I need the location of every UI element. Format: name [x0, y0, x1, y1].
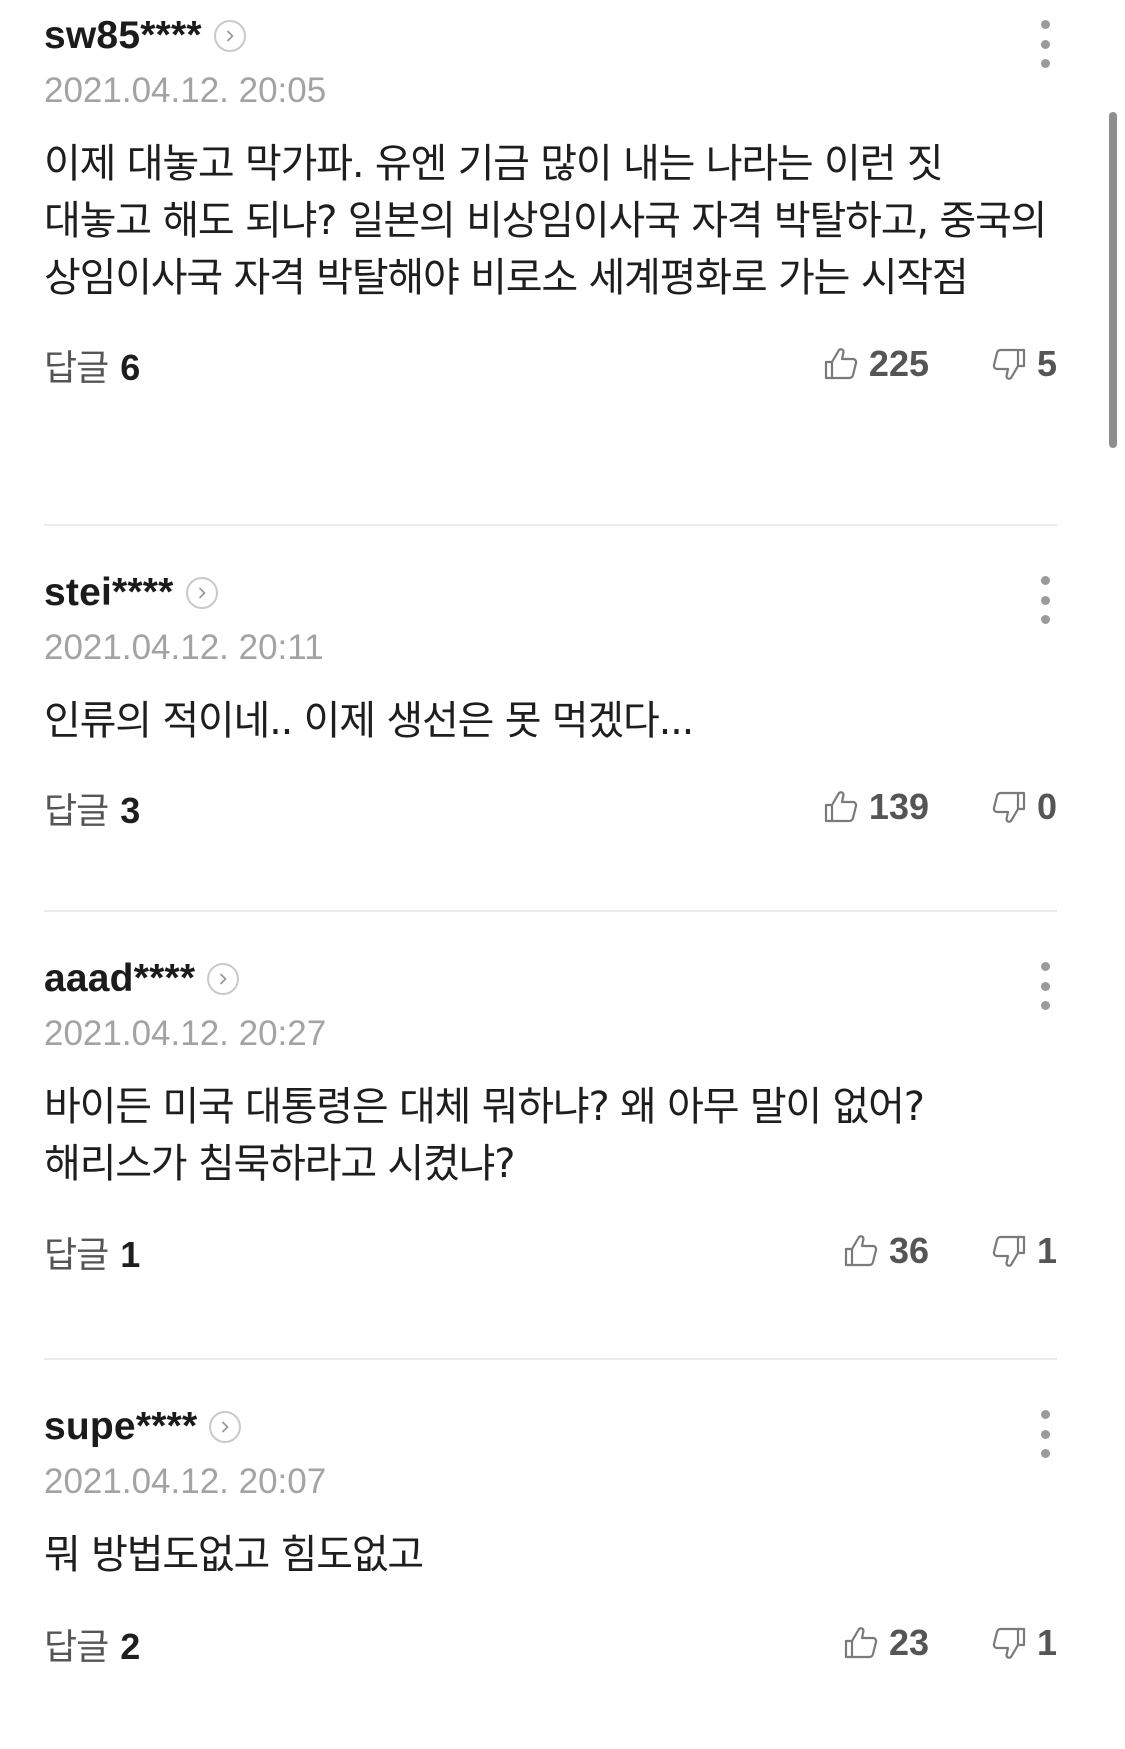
thumbs-up-icon [824, 791, 858, 823]
comment-content: 뭐 방법도없고 힘도없고 [44, 1532, 424, 1578]
reply-label: 답글 [44, 1235, 109, 1276]
thumbs-up-icon [844, 1235, 878, 1267]
reply-button[interactable]: 답글 6 [44, 343, 140, 394]
reply-label: 답글 [44, 791, 109, 832]
comment-username[interactable]: aaad**** [44, 957, 195, 1001]
dislike-button[interactable]: 0 [989, 782, 1057, 832]
dislike-count: 0 [1036, 786, 1057, 827]
comment-content: 바이든 미국 대통령은 대체 뭐하냐? 왜 아무 말이 없어? 해리스가 침묵하… [44, 1084, 925, 1187]
like-button[interactable]: 23 [841, 1618, 929, 1668]
comment-timestamp: 2021.04.12. 20:11 [44, 628, 324, 667]
comment-footer: 답글 3 139 0 [44, 786, 1057, 836]
comment-list: sw85**** 2021.04.12. 20:05 이제 대놓고 막가파. 유… [0, 0, 1125, 1749]
profile-link-button[interactable] [185, 577, 218, 609]
comment-item: supe**** 2021.04.12. 20:07 뭐 방법도없고 힘도없고 … [44, 1360, 1057, 1749]
like-count: 23 [888, 1622, 929, 1663]
chevron-right-icon [198, 587, 205, 599]
comment-header: supe**** [44, 1405, 1057, 1449]
like-count: 225 [868, 343, 929, 384]
thumbs-down-icon [992, 1627, 1026, 1659]
reply-count: 3 [120, 790, 141, 831]
thumbs-down-icon [992, 348, 1026, 380]
comment-username[interactable]: stei**** [44, 571, 174, 615]
more-options-button[interactable] [1033, 958, 1057, 1014]
comment-username[interactable]: sw85**** [44, 14, 202, 58]
more-vertical-icon [1040, 576, 1050, 585]
profile-link-button[interactable] [213, 20, 246, 52]
dislike-count: 5 [1036, 343, 1057, 384]
thumbs-down-icon [992, 1235, 1026, 1267]
comment-timestamp: 2021.04.12. 20:27 [44, 1014, 327, 1053]
comment-item: stei**** 2021.04.12. 20:11 인류의 적이네.. 이제 … [44, 526, 1057, 912]
like-button[interactable]: 36 [841, 1226, 929, 1276]
reply-count: 6 [120, 347, 141, 388]
comment-timestamp: 2021.04.12. 20:05 [44, 71, 327, 110]
thumbs-down-icon [992, 791, 1026, 823]
like-count: 36 [888, 1230, 929, 1271]
dislike-button[interactable]: 1 [989, 1226, 1057, 1276]
reply-count: 2 [120, 1626, 141, 1667]
more-options-button[interactable] [1033, 572, 1057, 628]
comment-content: 인류의 적이네.. 이제 생선은 못 먹겠다... [44, 698, 694, 744]
reply-label: 답글 [44, 1627, 109, 1668]
reply-button[interactable]: 답글 2 [44, 1622, 140, 1673]
comment-item: sw85**** 2021.04.12. 20:05 이제 대놓고 막가파. 유… [44, 0, 1057, 526]
comment-timestamp: 2021.04.12. 20:07 [44, 1462, 327, 1501]
reply-button[interactable]: 답글 3 [44, 786, 140, 837]
comment-item: aaad**** 2021.04.12. 20:27 바이든 미국 대통령은 대… [44, 912, 1057, 1360]
more-vertical-icon [1040, 1410, 1050, 1419]
reply-button[interactable]: 답글 1 [44, 1230, 140, 1281]
comment-header: sw85**** [44, 14, 1057, 58]
like-count: 139 [868, 786, 929, 827]
chevron-right-icon [226, 30, 234, 42]
dislike-count: 1 [1036, 1230, 1057, 1271]
more-vertical-icon [1040, 20, 1050, 29]
comment-username[interactable]: supe**** [44, 1405, 197, 1449]
comment-header: aaad**** [44, 957, 1057, 1001]
profile-link-button[interactable] [207, 963, 240, 995]
like-button[interactable]: 139 [821, 782, 929, 832]
thumbs-up-icon [824, 348, 858, 380]
dislike-button[interactable]: 1 [989, 1618, 1057, 1668]
more-options-button[interactable] [1033, 1406, 1057, 1462]
comment-header: stei**** [44, 571, 1057, 615]
dislike-button[interactable]: 5 [989, 339, 1057, 389]
profile-link-button[interactable] [209, 1411, 242, 1443]
scrollbar[interactable] [1109, 112, 1117, 448]
comment-footer: 답글 6 225 5 [44, 343, 1057, 393]
comment-content: 이제 대놓고 막가파. 유엔 기금 많이 내는 나라는 이런 짓 대놓고 해도 … [44, 141, 1047, 301]
comment-footer: 답글 2 23 1 [44, 1622, 1057, 1672]
reply-label: 답글 [44, 348, 109, 389]
thumbs-up-icon [844, 1627, 878, 1659]
chevron-right-icon [222, 1421, 229, 1433]
dislike-count: 1 [1036, 1622, 1057, 1663]
comment-footer: 답글 1 36 1 [44, 1230, 1057, 1280]
reply-count: 1 [120, 1234, 141, 1275]
more-vertical-icon [1040, 962, 1050, 971]
like-button[interactable]: 225 [821, 339, 929, 389]
chevron-right-icon [220, 973, 227, 985]
more-options-button[interactable] [1033, 16, 1057, 72]
